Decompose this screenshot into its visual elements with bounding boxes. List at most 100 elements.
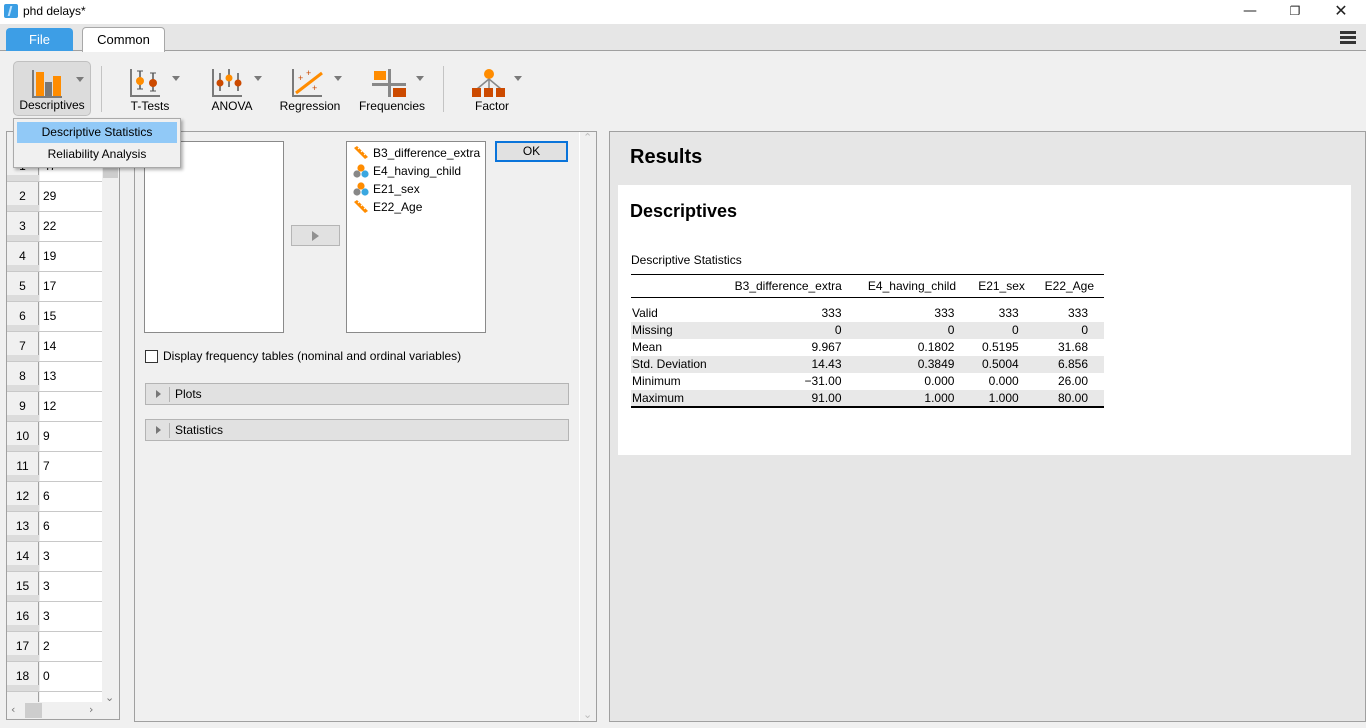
table-row[interactable]: 18 0 (7, 662, 103, 692)
svg-text:+: + (312, 83, 317, 93)
table-row[interactable]: 6 15 (7, 302, 103, 332)
chevron-down-icon (172, 76, 180, 81)
cell-value[interactable]: 22 (40, 212, 103, 241)
selected-variables-list[interactable]: B3_difference_extra E4_having_child E21_se… (346, 141, 486, 333)
cell-value[interactable]: 14 (40, 332, 103, 361)
variable-item[interactable]: E21_sex (353, 180, 420, 198)
table-row[interactable]: 7 14 (7, 332, 103, 362)
scroll-down-icon[interactable]: ⌄ (105, 691, 114, 704)
plots-section-header[interactable]: Plots (145, 383, 569, 405)
table-row[interactable]: 15 3 (7, 572, 103, 602)
cell-value[interactable]: 6 (40, 482, 103, 511)
row-label: Mean (632, 340, 663, 354)
row-number[interactable]: 16 (7, 602, 39, 631)
row-number[interactable]: 17 (7, 632, 39, 661)
vertical-scrollbar[interactable]: ⌃ ⌄ (579, 131, 596, 721)
row-number[interactable]: 2 (7, 182, 39, 211)
row-number[interactable]: 7 (7, 332, 39, 361)
vertical-scrollbar[interactable]: ⌄ (102, 132, 119, 704)
variable-item[interactable]: E4_having_child (353, 162, 461, 180)
data-grid[interactable]: 1472293224195176157148139121091171261361… (6, 131, 120, 720)
table-row[interactable]: 4 19 (7, 242, 103, 272)
variable-item[interactable]: E22_Age (353, 198, 422, 216)
table-row[interactable]: 13 6 (7, 512, 103, 542)
row-number[interactable]: 14 (7, 542, 39, 571)
row-number[interactable]: 11 (7, 452, 39, 481)
cell-value[interactable]: 17 (40, 272, 103, 301)
table-row[interactable]: 16 3 (7, 602, 103, 632)
table-row[interactable]: 3 22 (7, 212, 103, 242)
row-number[interactable]: 12 (7, 482, 39, 511)
horizontal-scrollbar[interactable]: ‹ › (7, 702, 103, 719)
table-row[interactable]: 11 7 (7, 452, 103, 482)
row-number[interactable]: 5 (7, 272, 39, 301)
cell-value[interactable]: 13 (40, 362, 103, 391)
table-row[interactable]: 8 13 (7, 362, 103, 392)
cell-value[interactable]: 7 (40, 452, 103, 481)
cell-value[interactable]: 3 (40, 542, 103, 571)
stat-value: 0 (968, 321, 1035, 339)
t-tests-button[interactable]: T-Tests (118, 61, 182, 116)
row-number[interactable]: 9 (7, 392, 39, 421)
cell-value[interactable]: 0 (40, 662, 103, 691)
ok-button[interactable]: OK (495, 141, 568, 162)
factor-label: Factor (474, 99, 509, 113)
scroll-right-icon[interactable]: › (89, 703, 93, 716)
descriptives-button[interactable]: Descriptives (13, 61, 91, 116)
frequencies-button[interactable]: Frequencies (358, 61, 426, 116)
frequency-tables-checkbox[interactable] (145, 350, 158, 363)
anova-button[interactable]: ANOVA (200, 61, 264, 116)
cell-value[interactable]: 2 (40, 632, 103, 661)
scrollbar-thumb[interactable] (25, 703, 42, 718)
close-button[interactable]: ✕ (1318, 0, 1364, 24)
row-number[interactable]: 3 (7, 212, 39, 241)
move-variable-button[interactable] (291, 225, 340, 246)
regression-button[interactable]: + + + Regression (278, 61, 342, 116)
cell-value[interactable]: 3 (40, 572, 103, 601)
row-number[interactable]: 8 (7, 362, 39, 391)
toolbar-divider (443, 66, 444, 112)
table-row[interactable]: 2 29 (7, 182, 103, 212)
scroll-left-icon[interactable]: ‹ (11, 703, 15, 716)
source-variables-list[interactable] (144, 141, 284, 333)
cell-value[interactable]: 19 (40, 242, 103, 271)
scroll-up-icon[interactable]: ⌃ (583, 131, 592, 144)
minimize-button[interactable]: — (1227, 0, 1273, 24)
cell-value[interactable]: 15 (40, 302, 103, 331)
stat-value: 0.000 (924, 374, 955, 388)
menu-item-reliability-analysis[interactable]: Reliability Analysis (17, 144, 177, 165)
column-header: E4_having_child (855, 274, 969, 298)
stat-value: 9.967 (811, 340, 842, 354)
factor-button[interactable]: Factor (462, 61, 522, 116)
row-number[interactable]: 4 (7, 242, 39, 271)
row-number[interactable]: 13 (7, 512, 39, 541)
table-row[interactable]: 9 12 (7, 392, 103, 422)
window-title: phd delays* (23, 4, 86, 18)
table-row[interactable]: 14 3 (7, 542, 103, 572)
row-number[interactable]: 18 (7, 662, 39, 691)
cell-value[interactable]: 6 (40, 512, 103, 541)
cell-value[interactable]: 3 (40, 602, 103, 631)
cell-value[interactable]: 29 (40, 182, 103, 211)
maximize-button[interactable]: ❐ (1272, 0, 1318, 24)
table-row[interactable]: 10 9 (7, 422, 103, 452)
variable-item[interactable]: B3_difference_extra (353, 144, 480, 162)
table-row[interactable]: 5 17 (7, 272, 103, 302)
cell-value[interactable]: 9 (40, 422, 103, 451)
statistics-section-header[interactable]: Statistics (145, 419, 569, 441)
row-number[interactable]: 15 (7, 572, 39, 601)
menu-item-descriptive-statistics[interactable]: Descriptive Statistics (17, 122, 177, 143)
tab-common[interactable]: Common (82, 27, 165, 52)
hamburger-list-icon[interactable] (1340, 31, 1356, 45)
table-row: Minimum −31.00 0.000 0.000 26.00 (631, 373, 1104, 390)
cell-value[interactable]: 12 (40, 392, 103, 421)
row-number[interactable]: 10 (7, 422, 39, 451)
tab-file[interactable]: File (6, 28, 73, 51)
stat-value: −31.00 (804, 374, 842, 388)
scroll-down-icon[interactable]: ⌄ (583, 708, 592, 721)
row-number[interactable]: 6 (7, 302, 39, 331)
variable-name: B3_difference_extra (373, 146, 481, 160)
t-test-icon (130, 69, 160, 97)
table-row[interactable]: 12 6 (7, 482, 103, 512)
table-row[interactable]: 17 2 (7, 632, 103, 662)
